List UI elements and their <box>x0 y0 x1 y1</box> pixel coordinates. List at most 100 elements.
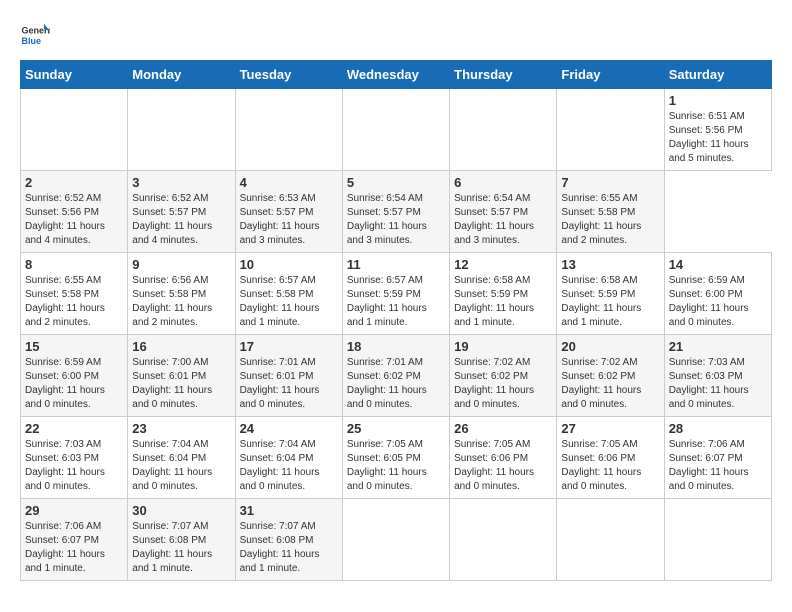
day-number: 13 <box>561 257 659 272</box>
calendar-cell: 30 Sunrise: 7:07 AM Sunset: 6:08 PM Dayl… <box>128 499 235 581</box>
page-header: General Blue <box>20 20 772 50</box>
col-thursday: Thursday <box>450 61 557 89</box>
calendar-cell <box>342 89 449 171</box>
calendar-week-row: 1 Sunrise: 6:51 AM Sunset: 5:56 PM Dayli… <box>21 89 772 171</box>
day-info: Sunrise: 6:57 AM Sunset: 5:59 PM Dayligh… <box>347 274 445 330</box>
calendar-cell: 15 Sunrise: 6:59 AM Sunset: 6:00 PM Dayl… <box>21 335 128 417</box>
day-number: 18 <box>347 339 445 354</box>
logo: General Blue <box>20 20 52 50</box>
day-number: 12 <box>454 257 552 272</box>
calendar-header-row: Sunday Monday Tuesday Wednesday Thursday… <box>21 61 772 89</box>
day-info: Sunrise: 6:55 AM Sunset: 5:58 PM Dayligh… <box>561 192 659 248</box>
day-info: Sunrise: 7:07 AM Sunset: 6:08 PM Dayligh… <box>132 520 230 576</box>
col-tuesday: Tuesday <box>235 61 342 89</box>
calendar-cell: 14 Sunrise: 6:59 AM Sunset: 6:00 PM Dayl… <box>664 253 771 335</box>
day-info: Sunrise: 7:07 AM Sunset: 6:08 PM Dayligh… <box>240 520 338 576</box>
day-info: Sunrise: 7:04 AM Sunset: 6:04 PM Dayligh… <box>240 438 338 494</box>
day-number: 10 <box>240 257 338 272</box>
day-number: 7 <box>561 175 659 190</box>
calendar-cell: 19 Sunrise: 7:02 AM Sunset: 6:02 PM Dayl… <box>450 335 557 417</box>
day-number: 8 <box>25 257 123 272</box>
calendar-cell: 20 Sunrise: 7:02 AM Sunset: 6:02 PM Dayl… <box>557 335 664 417</box>
day-number: 6 <box>454 175 552 190</box>
day-number: 16 <box>132 339 230 354</box>
day-info: Sunrise: 7:04 AM Sunset: 6:04 PM Dayligh… <box>132 438 230 494</box>
col-saturday: Saturday <box>664 61 771 89</box>
day-info: Sunrise: 6:54 AM Sunset: 5:57 PM Dayligh… <box>454 192 552 248</box>
day-number: 31 <box>240 503 338 518</box>
day-info: Sunrise: 7:06 AM Sunset: 6:07 PM Dayligh… <box>669 438 767 494</box>
calendar-week-row: 8 Sunrise: 6:55 AM Sunset: 5:58 PM Dayli… <box>21 253 772 335</box>
calendar-cell <box>342 499 449 581</box>
calendar-cell: 4 Sunrise: 6:53 AM Sunset: 5:57 PM Dayli… <box>235 171 342 253</box>
day-number: 21 <box>669 339 767 354</box>
day-info: Sunrise: 6:59 AM Sunset: 6:00 PM Dayligh… <box>25 356 123 412</box>
day-number: 9 <box>132 257 230 272</box>
calendar-week-row: 15 Sunrise: 6:59 AM Sunset: 6:00 PM Dayl… <box>21 335 772 417</box>
calendar-cell: 25 Sunrise: 7:05 AM Sunset: 6:05 PM Dayl… <box>342 417 449 499</box>
col-monday: Monday <box>128 61 235 89</box>
day-info: Sunrise: 6:58 AM Sunset: 5:59 PM Dayligh… <box>454 274 552 330</box>
day-number: 27 <box>561 421 659 436</box>
calendar-week-row: 22 Sunrise: 7:03 AM Sunset: 6:03 PM Dayl… <box>21 417 772 499</box>
day-info: Sunrise: 6:58 AM Sunset: 5:59 PM Dayligh… <box>561 274 659 330</box>
calendar-cell: 10 Sunrise: 6:57 AM Sunset: 5:58 PM Dayl… <box>235 253 342 335</box>
day-number: 30 <box>132 503 230 518</box>
day-info: Sunrise: 7:06 AM Sunset: 6:07 PM Dayligh… <box>25 520 123 576</box>
calendar-cell: 7 Sunrise: 6:55 AM Sunset: 5:58 PM Dayli… <box>557 171 664 253</box>
day-number: 14 <box>669 257 767 272</box>
day-number: 26 <box>454 421 552 436</box>
day-number: 4 <box>240 175 338 190</box>
calendar-cell: 6 Sunrise: 6:54 AM Sunset: 5:57 PM Dayli… <box>450 171 557 253</box>
day-number: 23 <box>132 421 230 436</box>
day-info: Sunrise: 6:57 AM Sunset: 5:58 PM Dayligh… <box>240 274 338 330</box>
calendar-week-row: 29 Sunrise: 7:06 AM Sunset: 6:07 PM Dayl… <box>21 499 772 581</box>
day-info: Sunrise: 6:59 AM Sunset: 6:00 PM Dayligh… <box>669 274 767 330</box>
day-number: 29 <box>25 503 123 518</box>
day-number: 24 <box>240 421 338 436</box>
day-number: 5 <box>347 175 445 190</box>
calendar-cell <box>450 89 557 171</box>
day-number: 2 <box>25 175 123 190</box>
col-sunday: Sunday <box>21 61 128 89</box>
calendar-table: Sunday Monday Tuesday Wednesday Thursday… <box>20 60 772 581</box>
day-number: 20 <box>561 339 659 354</box>
calendar-cell: 16 Sunrise: 7:00 AM Sunset: 6:01 PM Dayl… <box>128 335 235 417</box>
calendar-cell <box>235 89 342 171</box>
day-info: Sunrise: 7:02 AM Sunset: 6:02 PM Dayligh… <box>561 356 659 412</box>
calendar-cell: 3 Sunrise: 6:52 AM Sunset: 5:57 PM Dayli… <box>128 171 235 253</box>
day-info: Sunrise: 7:03 AM Sunset: 6:03 PM Dayligh… <box>669 356 767 412</box>
day-info: Sunrise: 6:52 AM Sunset: 5:56 PM Dayligh… <box>25 192 123 248</box>
calendar-cell: 27 Sunrise: 7:05 AM Sunset: 6:06 PM Dayl… <box>557 417 664 499</box>
col-friday: Friday <box>557 61 664 89</box>
calendar-cell: 5 Sunrise: 6:54 AM Sunset: 5:57 PM Dayli… <box>342 171 449 253</box>
calendar-cell: 23 Sunrise: 7:04 AM Sunset: 6:04 PM Dayl… <box>128 417 235 499</box>
day-number: 28 <box>669 421 767 436</box>
day-info: Sunrise: 7:02 AM Sunset: 6:02 PM Dayligh… <box>454 356 552 412</box>
calendar-cell: 17 Sunrise: 7:01 AM Sunset: 6:01 PM Dayl… <box>235 335 342 417</box>
calendar-cell: 24 Sunrise: 7:04 AM Sunset: 6:04 PM Dayl… <box>235 417 342 499</box>
calendar-cell <box>450 499 557 581</box>
day-info: Sunrise: 6:51 AM Sunset: 5:56 PM Dayligh… <box>669 110 767 166</box>
calendar-cell: 13 Sunrise: 6:58 AM Sunset: 5:59 PM Dayl… <box>557 253 664 335</box>
col-wednesday: Wednesday <box>342 61 449 89</box>
day-info: Sunrise: 6:53 AM Sunset: 5:57 PM Dayligh… <box>240 192 338 248</box>
calendar-cell: 28 Sunrise: 7:06 AM Sunset: 6:07 PM Dayl… <box>664 417 771 499</box>
day-number: 3 <box>132 175 230 190</box>
svg-text:Blue: Blue <box>22 36 42 46</box>
calendar-cell: 29 Sunrise: 7:06 AM Sunset: 6:07 PM Dayl… <box>21 499 128 581</box>
calendar-week-row: 2 Sunrise: 6:52 AM Sunset: 5:56 PM Dayli… <box>21 171 772 253</box>
day-info: Sunrise: 7:01 AM Sunset: 6:01 PM Dayligh… <box>240 356 338 412</box>
day-info: Sunrise: 6:55 AM Sunset: 5:58 PM Dayligh… <box>25 274 123 330</box>
calendar-cell: 2 Sunrise: 6:52 AM Sunset: 5:56 PM Dayli… <box>21 171 128 253</box>
calendar-cell: 31 Sunrise: 7:07 AM Sunset: 6:08 PM Dayl… <box>235 499 342 581</box>
calendar-cell <box>664 499 771 581</box>
calendar-cell: 21 Sunrise: 7:03 AM Sunset: 6:03 PM Dayl… <box>664 335 771 417</box>
calendar-cell: 9 Sunrise: 6:56 AM Sunset: 5:58 PM Dayli… <box>128 253 235 335</box>
calendar-cell: 12 Sunrise: 6:58 AM Sunset: 5:59 PM Dayl… <box>450 253 557 335</box>
day-number: 25 <box>347 421 445 436</box>
calendar-cell: 1 Sunrise: 6:51 AM Sunset: 5:56 PM Dayli… <box>664 89 771 171</box>
calendar-cell: 11 Sunrise: 6:57 AM Sunset: 5:59 PM Dayl… <box>342 253 449 335</box>
day-info: Sunrise: 7:01 AM Sunset: 6:02 PM Dayligh… <box>347 356 445 412</box>
day-number: 11 <box>347 257 445 272</box>
